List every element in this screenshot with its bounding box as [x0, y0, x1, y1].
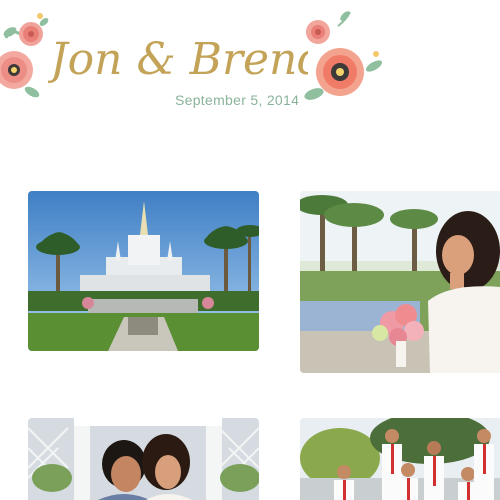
title-text: Jon & Brenda — [48, 34, 308, 85]
temple-photo[interactable] — [28, 191, 259, 351]
bride-bouquet-photo[interactable] — [300, 191, 500, 373]
groomsmen-photo[interactable] — [300, 418, 500, 500]
bride-with-mother-photo[interactable] — [28, 418, 259, 500]
wedding-date: September 5, 2014 — [175, 92, 300, 108]
site-header: Jon & Brenda September 5, 2014 — [0, 0, 500, 130]
flower-decoration-right — [304, 48, 383, 100]
couple-names-title: Jon & Brenda — [48, 34, 308, 85]
flower-decoration-left — [0, 51, 40, 98]
